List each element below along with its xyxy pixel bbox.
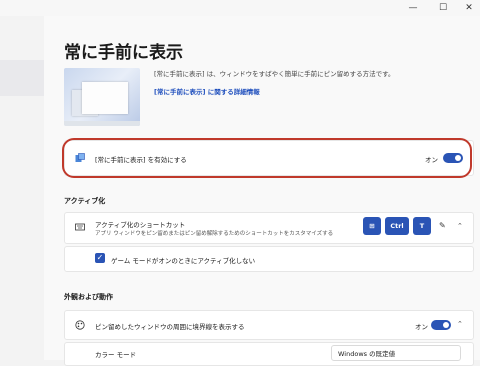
color-mode-label: カラー モード xyxy=(95,351,137,359)
border-toggle-state: オン xyxy=(415,323,428,331)
keyboard-icon xyxy=(75,223,85,231)
appearance-section-title: 外観および動作 xyxy=(64,293,113,301)
minimize-icon: — xyxy=(408,3,418,13)
color-mode-card: カラー モード Windows の既定値 xyxy=(64,342,474,366)
color-mode-select[interactable]: Windows の既定値 xyxy=(331,345,461,361)
key-ctrl[interactable]: Ctrl xyxy=(385,217,409,235)
sidebar-item-selected[interactable] xyxy=(0,60,44,96)
hero-image xyxy=(64,68,140,126)
close-button[interactable]: ✕ xyxy=(456,0,480,16)
game-mode-card: ✓ ゲーム モードがオンのときにアクティブ化しない xyxy=(64,246,474,272)
shortcut-card: アクティブ化のショートカット アプリ ウィンドウをピン留めまたはピン留め解除する… xyxy=(64,212,474,244)
activation-section-title: アクティブ化 xyxy=(64,197,106,205)
border-label: ピン留めしたウィンドウの周囲に境界線を表示する xyxy=(95,323,245,331)
learn-more-link[interactable]: [常に手前に表示] に関する詳細情報 xyxy=(154,86,260,96)
maximize-button[interactable]: ☐ xyxy=(430,0,456,16)
key-t[interactable]: T xyxy=(413,217,431,235)
hero-section: [常に手前に表示] は、ウィンドウをすばやく簡単に手前にピン留めする方法です。 … xyxy=(64,68,474,138)
minimize-button[interactable]: — xyxy=(400,0,426,16)
sidebar xyxy=(0,16,44,360)
close-icon: ✕ xyxy=(465,3,473,13)
shortcut-description: アプリ ウィンドウをピン留めまたはピン留め解除するためのショートカットをカスタマ… xyxy=(95,231,334,237)
palette-icon xyxy=(75,320,85,330)
key-windows[interactable]: ⊞ xyxy=(363,217,381,235)
border-toggle[interactable] xyxy=(431,320,451,330)
game-mode-label: ゲーム モードがオンのときにアクティブ化しない xyxy=(111,257,256,265)
chevron-up-icon[interactable]: ⌃ xyxy=(457,320,463,328)
chevron-up-icon[interactable]: ⌃ xyxy=(457,222,463,230)
shortcut-label: アクティブ化のショートカット xyxy=(95,221,186,229)
windows-key-icon: ⊞ xyxy=(369,222,375,230)
maximize-icon: ☐ xyxy=(438,3,448,13)
title-bar: — ☐ ✕ xyxy=(0,0,480,16)
hero-description: [常に手前に表示] は、ウィンドウをすばやく簡単に手前にピン留めする方法です。 xyxy=(154,70,395,78)
edit-shortcut-icon[interactable]: ✎ xyxy=(439,221,446,230)
main-panel: 常に手前に表示 [常に手前に表示] は、ウィンドウをすばやく簡単に手前にピン留め… xyxy=(44,16,480,366)
highlight-ring xyxy=(62,138,472,178)
game-mode-checkbox[interactable]: ✓ xyxy=(95,253,105,263)
border-card: ピン留めしたウィンドウの周囲に境界線を表示する オン ⌃ xyxy=(64,310,474,340)
page-title: 常に手前に表示 xyxy=(64,43,183,63)
